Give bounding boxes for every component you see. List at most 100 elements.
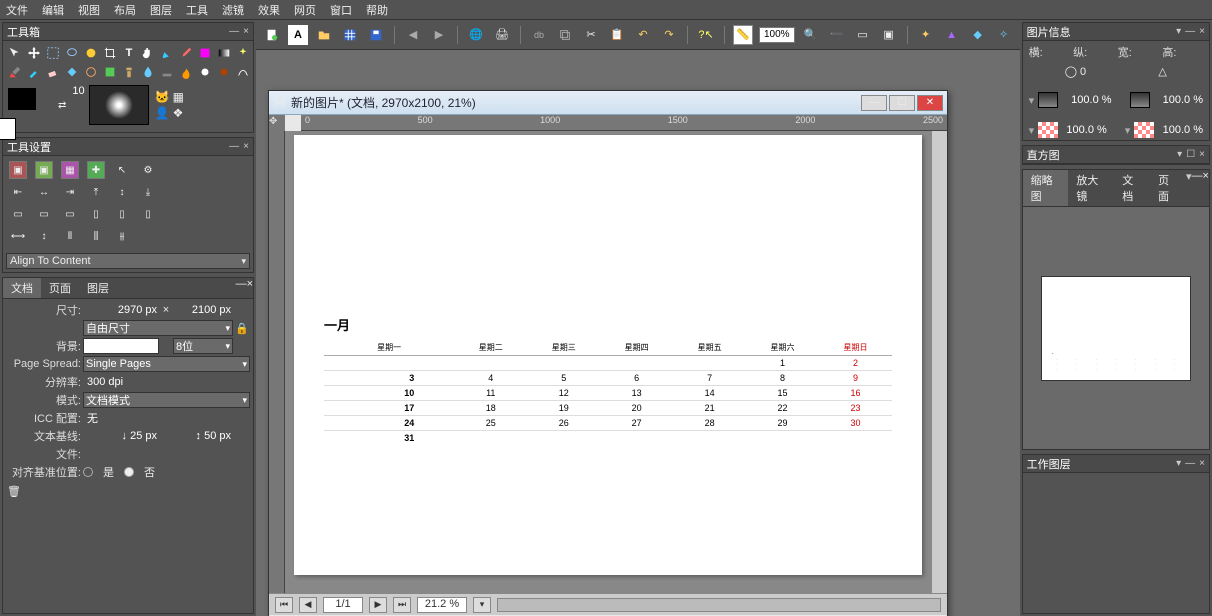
chevron-down-icon[interactable]: ▾ <box>1125 124 1131 137</box>
dist-top-icon[interactable]: ▯ <box>87 205 105 223</box>
thumbnail-area[interactable]: - ······· ······· ······· <box>1023 207 1209 449</box>
brush-preview[interactable] <box>89 85 149 125</box>
actual-icon[interactable]: ▣ <box>879 25 899 45</box>
undo-icon[interactable]: ↶ <box>633 25 653 45</box>
tab-thumbnail[interactable]: 缩略图 <box>1023 170 1069 206</box>
text-tool[interactable]: T <box>120 44 138 62</box>
new-doc-icon[interactable] <box>262 25 282 45</box>
panel-menu-icon[interactable] <box>1177 149 1182 160</box>
panel-menu-icon[interactable] <box>1176 26 1181 37</box>
effect-3-icon[interactable]: ◆ <box>968 25 988 45</box>
play-prev-icon[interactable]: ◀ <box>403 25 423 45</box>
tab-page[interactable]: 页面 <box>1150 170 1186 206</box>
dist-bottom-icon[interactable]: ▯ <box>139 205 157 223</box>
zoom-dropdown-icon[interactable]: ▾ <box>473 597 491 613</box>
dist-right-icon[interactable]: ▭ <box>61 205 79 223</box>
hand-tool[interactable] <box>139 44 157 62</box>
dodge-tool[interactable] <box>196 63 214 81</box>
panel-min-icon[interactable]: — <box>1192 170 1203 206</box>
page-last-button[interactable]: ⏭ <box>393 597 411 613</box>
color-replace-tool[interactable] <box>196 44 214 62</box>
spacing-v-icon[interactable]: ↕ <box>35 227 53 245</box>
align-hcenter-icon[interactable]: ↔ <box>35 183 53 201</box>
canvas[interactable]: 一月 星期一星期二星期三星期四星期五星期六星期日 123456789101112… <box>285 131 931 593</box>
opt-target-4[interactable]: ✚ <box>87 161 105 179</box>
path-tool[interactable] <box>234 63 252 81</box>
copy-icon[interactable] <box>555 25 575 45</box>
menu-effects[interactable]: 效果 <box>258 2 280 17</box>
menu-edit[interactable]: 编辑 <box>42 2 64 17</box>
cat-icon[interactable]: 🐱 <box>155 90 171 104</box>
blur-tool[interactable] <box>139 63 157 81</box>
smudge-tool[interactable] <box>177 63 195 81</box>
opt-target-1[interactable]: ▣ <box>9 161 27 179</box>
swap-colors-icon[interactable]: ⇄ <box>58 100 66 111</box>
bucket-tool[interactable] <box>63 63 81 81</box>
repair-tool[interactable] <box>82 63 100 81</box>
panel-close-icon[interactable]: × <box>243 141 249 152</box>
radio-no[interactable] <box>124 467 134 477</box>
cut-icon[interactable]: ✂ <box>581 25 601 45</box>
redo-icon[interactable]: ↷ <box>659 25 679 45</box>
link-icon[interactable]: db <box>529 25 549 45</box>
opacity-swatch-2[interactable] <box>1130 92 1150 108</box>
panel-max-icon[interactable]: ☐ <box>1186 149 1195 160</box>
spread-dropdown[interactable]: Single Pages <box>83 356 250 372</box>
eraser-tool[interactable] <box>44 63 62 81</box>
profile-icon[interactable]: 👤 <box>155 106 171 120</box>
fit-icon[interactable]: ▭ <box>853 25 873 45</box>
menu-web[interactable]: 网页 <box>294 2 316 17</box>
pen-tool[interactable] <box>158 44 176 62</box>
align-vcenter-icon[interactable]: ↕ <box>113 183 131 201</box>
grid-icon[interactable] <box>340 25 360 45</box>
align-left-icon[interactable]: ⇤ <box>9 183 27 201</box>
pencil-tool[interactable] <box>6 63 24 81</box>
panel-close-icon[interactable]: × <box>247 278 253 298</box>
settings-icon[interactable]: ❖ <box>173 106 189 120</box>
ellipse-tool[interactable] <box>82 44 100 62</box>
dist-vcenter-icon[interactable]: ▯ <box>113 205 131 223</box>
marquee-tool[interactable] <box>44 44 62 62</box>
v-ruler[interactable] <box>269 131 285 593</box>
menu-window[interactable]: 窗口 <box>330 2 352 17</box>
swatch-icon[interactable]: ▦ <box>173 90 189 104</box>
layout-dropdown[interactable]: 自由尺寸 <box>83 320 233 336</box>
trash-icon[interactable]: 🗑 <box>7 486 21 498</box>
opacity-swatch-1[interactable] <box>1038 92 1058 108</box>
clone-tool[interactable] <box>120 63 138 81</box>
page-first-button[interactable]: ⏮ <box>275 597 293 613</box>
menu-view[interactable]: 视图 <box>78 2 100 17</box>
panel-menu-icon[interactable] <box>1176 458 1181 469</box>
shape-tool[interactable] <box>101 63 119 81</box>
opt-target-2[interactable]: ▣ <box>35 161 53 179</box>
opt-cursor[interactable]: ↖ <box>113 161 131 179</box>
crop-tool[interactable] <box>101 44 119 62</box>
panel-close-icon[interactable]: × <box>1199 458 1205 469</box>
page-next-button[interactable]: ▶ <box>369 597 387 613</box>
tab-document[interactable]: 文档 <box>3 278 41 298</box>
tab-page[interactable]: 页面 <box>41 278 79 298</box>
fg-color-swatch[interactable] <box>8 88 36 110</box>
menu-tools[interactable]: 工具 <box>186 2 208 17</box>
burn-tool[interactable] <box>215 63 233 81</box>
radio-yes[interactable] <box>83 467 93 477</box>
h-ruler[interactable]: 05001000150020002500 <box>301 115 947 131</box>
tab-magnifier[interactable]: 放大镜 <box>1068 170 1114 206</box>
panel-min-icon[interactable]: — <box>229 141 239 152</box>
spacing-4-icon[interactable]: ⫼ <box>87 227 105 245</box>
zoom-field[interactable]: 21.2 % <box>417 597 467 613</box>
zoom-out-icon[interactable]: ➖ <box>827 25 847 45</box>
open-icon[interactable] <box>314 25 334 45</box>
effect-4-icon[interactable]: ✧ <box>994 25 1014 45</box>
h-scrollbar[interactable] <box>497 598 941 612</box>
browser-icon[interactable]: 🌐 <box>466 25 486 45</box>
help-cursor-icon[interactable]: ?↖ <box>696 25 716 45</box>
spacing-h-icon[interactable]: ⟷ <box>9 227 27 245</box>
wand-tool[interactable] <box>234 44 252 62</box>
v-scrollbar[interactable] <box>931 131 947 593</box>
origin-icon[interactable]: ✥ <box>269 116 277 127</box>
bits-dropdown[interactable]: 8位 <box>173 338 233 354</box>
checker-swatch-2[interactable] <box>1134 122 1154 138</box>
tab-doc[interactable]: 文档 <box>1114 170 1150 206</box>
menu-help[interactable]: 帮助 <box>366 2 388 17</box>
